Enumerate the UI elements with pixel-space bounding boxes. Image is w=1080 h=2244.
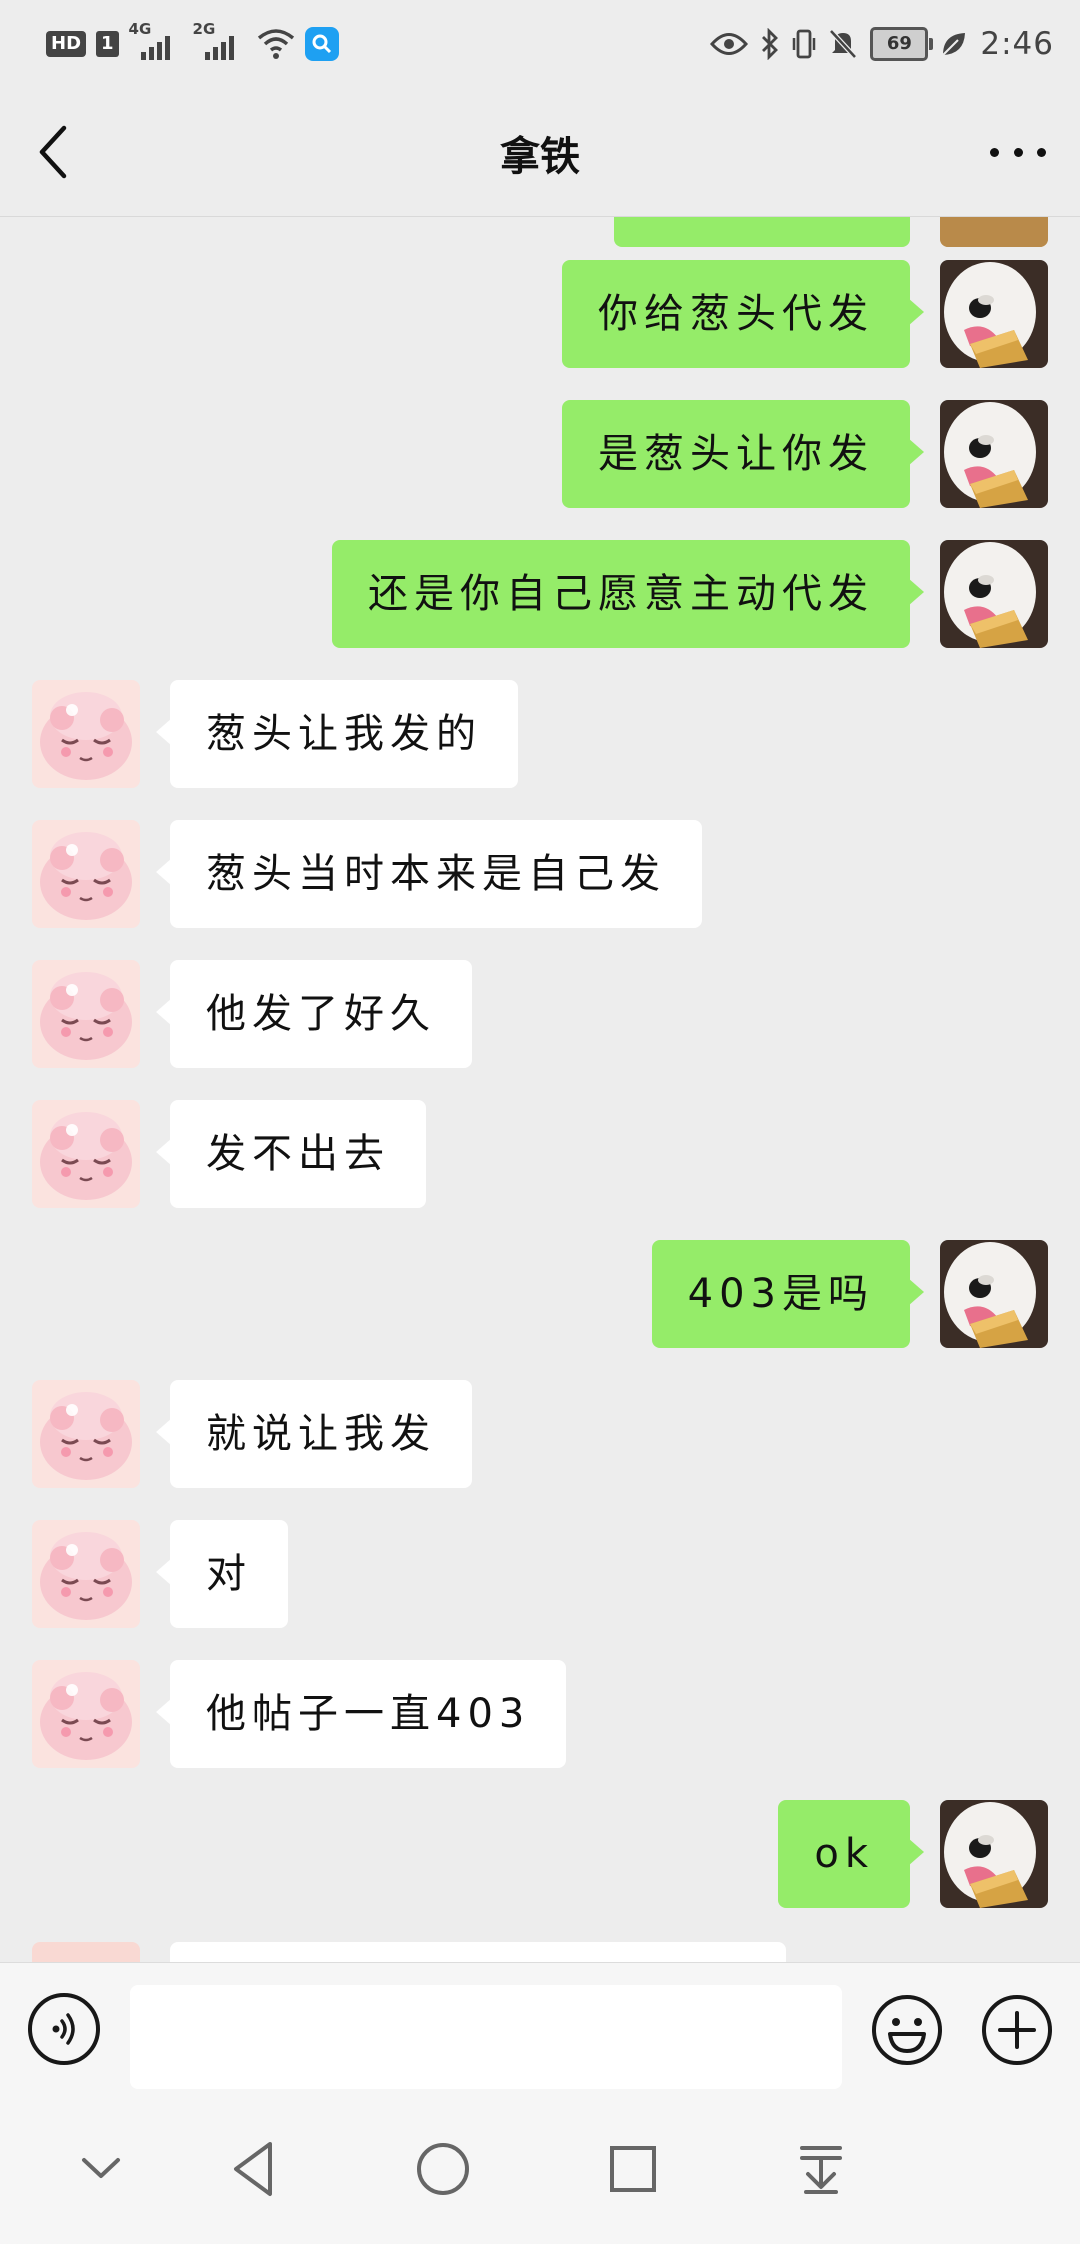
clock: 2:46	[980, 26, 1054, 62]
avatar-contact[interactable]	[32, 680, 140, 788]
message-row: 就说让我发	[0, 1380, 1080, 1488]
incoming-bubble[interactable]: 葱头当时本来是自己发	[156, 820, 702, 928]
avatar-contact	[32, 1942, 140, 1962]
outgoing-bubble[interactable]: ok	[778, 1800, 924, 1908]
battery-icon: 69	[870, 27, 934, 61]
avatar-contact[interactable]	[32, 1380, 140, 1488]
triangle-back-icon	[234, 2142, 272, 2196]
nav-home-button[interactable]	[408, 2134, 478, 2204]
circle-home-icon	[417, 2143, 469, 2195]
nav-notification-button[interactable]	[786, 2134, 856, 2204]
sim-badge: 1	[96, 31, 119, 57]
incoming-bubble[interactable]: 他帖子一直403	[155, 1660, 567, 1768]
incoming-bubble[interactable]: 对	[156, 1520, 288, 1628]
outgoing-bubble-partial	[614, 217, 910, 247]
voice-icon	[52, 2013, 75, 2045]
input-bar	[0, 1962, 1080, 2095]
avatar-self[interactable]	[940, 1240, 1048, 1348]
message-row: 403是吗	[0, 1240, 1080, 1348]
message-row: 他发了好久	[0, 960, 1080, 1068]
chat-title: 拿铁	[500, 134, 580, 180]
outgoing-bubble[interactable]: 你给葱头代发	[562, 260, 924, 368]
avatar-contact[interactable]	[32, 1520, 140, 1628]
system-nav-bar	[0, 2094, 1080, 2244]
message-list[interactable]: 你给葱头代发 是葱头让你发还是你自己愿意主动代发葱头让我发的葱头当时本来是自己发他…	[0, 217, 1080, 1962]
mute-bell-icon	[829, 29, 858, 59]
search-app-icon	[304, 27, 339, 61]
status-bar: HD 1 4G 2G 69 2:46	[0, 0, 1080, 86]
incoming-bubble[interactable]: 他发了好久	[156, 960, 472, 1068]
vibrate-icon	[793, 29, 816, 59]
nav-back-button[interactable]	[220, 2134, 290, 2204]
wifi-icon	[257, 29, 294, 59]
chat-header: 拿铁	[0, 86, 1080, 217]
incoming-bubble[interactable]: 就说让我发	[156, 1380, 472, 1488]
leaf-icon	[942, 33, 966, 56]
message-row-partial-bottom	[0, 1942, 1080, 1962]
avatar-contact[interactable]	[32, 1660, 140, 1768]
plus-icon	[982, 1995, 1052, 2065]
incoming-bubble[interactable]: 葱头让我发的	[156, 680, 518, 788]
message-row: 还是你自己愿意主动代发	[0, 540, 1080, 648]
plus-button[interactable]	[980, 1993, 1054, 2067]
message-row-partial	[0, 217, 1080, 247]
avatar-self[interactable]	[940, 400, 1048, 508]
outgoing-bubble[interactable]: 403是吗	[651, 1240, 925, 1348]
avatar-self[interactable]	[940, 540, 1048, 648]
message-row: 他帖子一直403	[0, 1660, 1080, 1768]
more-dots-icon	[990, 147, 999, 157]
outgoing-bubble[interactable]: 还是你自己愿意主动代发	[332, 540, 924, 648]
incoming-bubble[interactable]: 发不出去	[156, 1100, 426, 1208]
pull-down-icon	[800, 2146, 842, 2194]
cell-signal-icon: 4G	[129, 20, 183, 62]
message-input[interactable]	[130, 1985, 842, 2089]
emoji-icon	[872, 1995, 942, 2065]
cell-signal-2-icon: 2G	[193, 20, 247, 62]
avatar-contact[interactable]	[32, 1100, 140, 1208]
avatar-self	[940, 217, 1048, 247]
message-row: 对	[0, 1520, 1080, 1628]
eye-icon	[710, 33, 749, 55]
incoming-bubble-partial	[170, 1942, 786, 1962]
message-row: ok	[0, 1800, 1080, 1908]
avatar-self[interactable]	[940, 260, 1048, 368]
message-row: 你给葱头代发	[0, 260, 1080, 368]
bluetooth-icon	[762, 28, 779, 60]
outgoing-bubble[interactable]: 是葱头让你发	[562, 400, 924, 508]
avatar-contact[interactable]	[32, 960, 140, 1068]
emoji-button[interactable]	[870, 1993, 944, 2067]
voice-button[interactable]	[28, 1993, 100, 2065]
message-row: 发不出去	[0, 1100, 1080, 1208]
more-button[interactable]	[990, 132, 1046, 172]
hide-nav-button[interactable]	[66, 2134, 136, 2204]
nav-recents-button[interactable]	[598, 2134, 668, 2204]
message-row: 是葱头让你发	[0, 400, 1080, 508]
avatar-contact[interactable]	[32, 820, 140, 928]
avatar-self[interactable]	[940, 1800, 1048, 1908]
chevron-down-icon	[82, 2158, 120, 2178]
square-recents-icon	[610, 2146, 656, 2192]
message-row: 葱头让我发的	[0, 680, 1080, 788]
hd-badge: HD	[46, 31, 87, 57]
message-row: 葱头当时本来是自己发	[0, 820, 1080, 928]
